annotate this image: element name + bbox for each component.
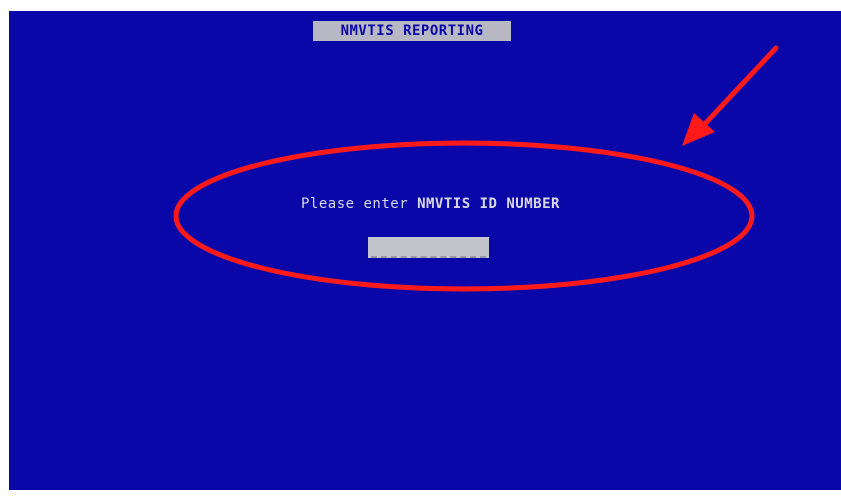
id-number-prompt: Please enter NMVTIS ID NUMBER	[301, 194, 560, 214]
terminal-screen: NMVTIS REPORTING Please enter NMVTIS ID …	[9, 11, 841, 490]
screenshot-frame: NMVTIS REPORTING Please enter NMVTIS ID …	[0, 0, 841, 500]
screen-title: NMVTIS REPORTING	[313, 21, 511, 41]
prompt-text: Please enter	[301, 196, 418, 212]
input-underline	[371, 254, 486, 258]
prompt-field-name: NMVTIS ID NUMBER	[417, 196, 560, 212]
